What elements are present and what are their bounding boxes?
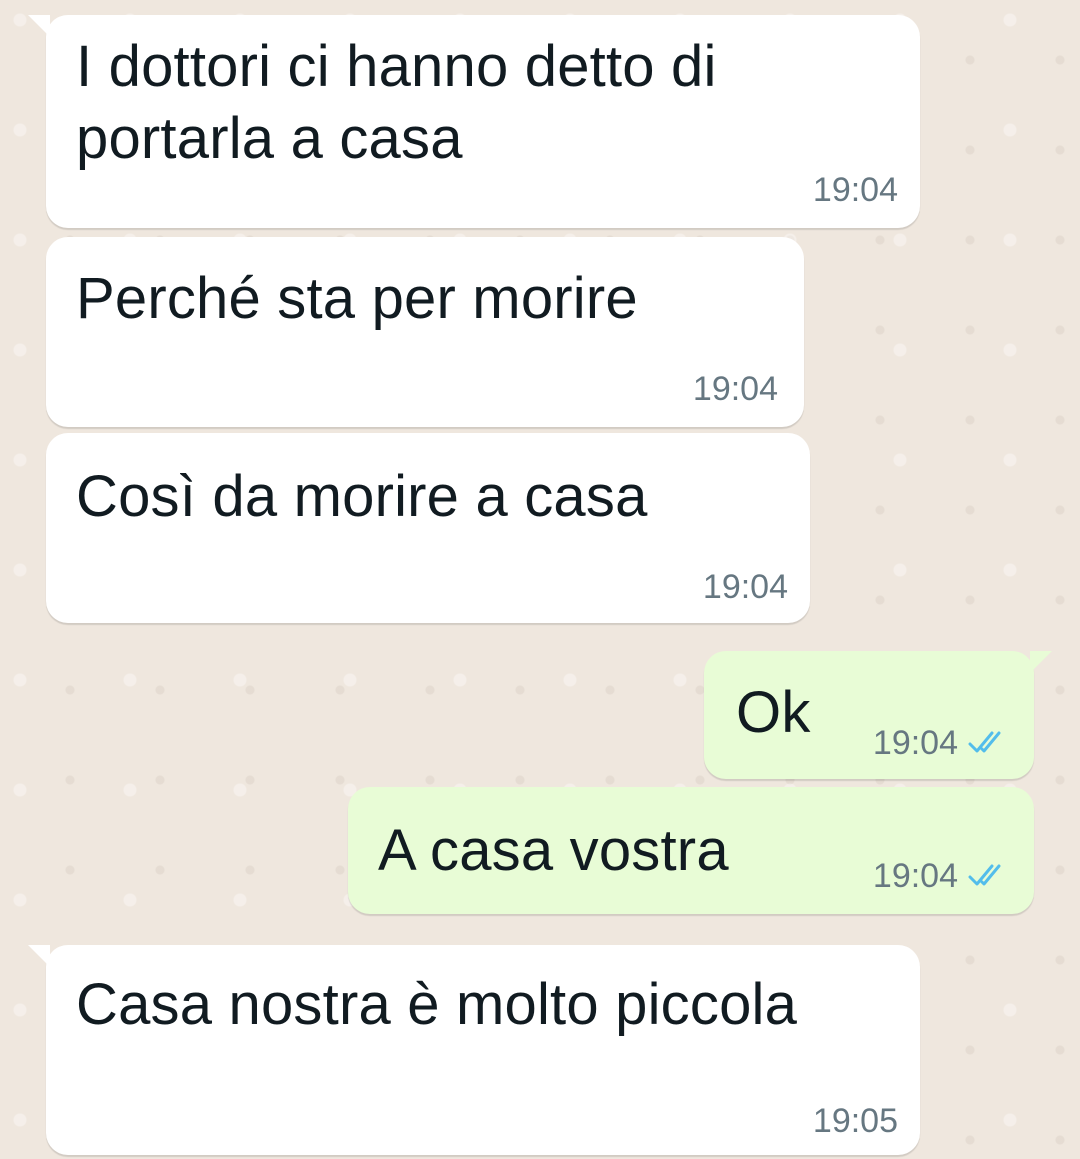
message-time: 19:04 — [692, 370, 778, 408]
message-text: Così da morire a casa — [76, 464, 648, 529]
message-bubble-outgoing[interactable]: Ok 19:04 — [704, 651, 1052, 779]
message-time: 19:04 — [872, 724, 958, 762]
message-time: 19:04 — [812, 171, 898, 209]
bubble-tail — [28, 945, 50, 967]
message-text: I dottori ci hanno detto di portarla a c… — [76, 34, 733, 171]
message-time: 19:04 — [702, 568, 788, 606]
message-list[interactable]: I dottori ci hanno detto di portarla a c… — [0, 0, 1080, 1159]
message-bubble-incoming[interactable]: Casa nostra è molto piccola 19:05 — [28, 945, 920, 1155]
message-meta: 19:05 — [813, 1101, 898, 1141]
message-text: A casa vostra — [378, 818, 729, 883]
message-time: 19:04 — [872, 857, 958, 895]
message-meta: 19:04 — [873, 856, 1012, 896]
double-check-icon — [968, 861, 1012, 891]
message-meta: 19:04 — [873, 723, 1012, 763]
message-bubble-outgoing[interactable]: A casa vostra 19:04 — [348, 787, 1034, 914]
message-meta: 19:04 — [813, 170, 898, 210]
message-time: 19:05 — [812, 1102, 898, 1140]
message-bubble-incoming[interactable]: I dottori ci hanno detto di portarla a c… — [28, 15, 920, 228]
bubble-tail — [28, 15, 50, 37]
message-text: Casa nostra è molto piccola — [76, 972, 798, 1037]
bubble-tail — [1030, 651, 1052, 673]
message-meta: 19:04 — [703, 567, 788, 607]
message-bubble-incoming[interactable]: Perché sta per morire 19:04 — [46, 237, 804, 427]
message-text: Ok — [736, 680, 811, 745]
double-check-icon — [968, 728, 1012, 758]
message-text: Perché sta per morire — [76, 266, 638, 331]
message-meta: 19:04 — [693, 369, 778, 409]
message-bubble-incoming[interactable]: Così da morire a casa 19:04 — [46, 433, 810, 623]
